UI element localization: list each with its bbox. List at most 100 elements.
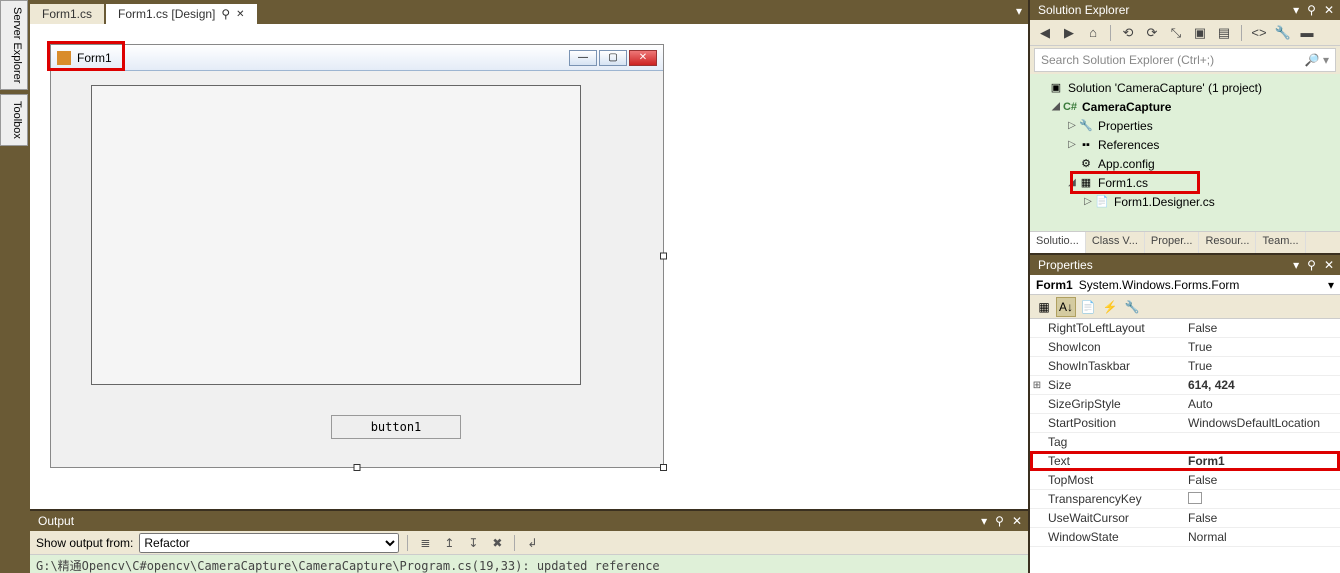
- chevron-down-icon[interactable]: ▾: [1328, 278, 1334, 292]
- output-text[interactable]: G:\精通Opencv\C#opencv\CameraCapture\Camer…: [30, 555, 1028, 573]
- designer-surface[interactable]: Form1 — ▢ ✕ button1: [30, 24, 1028, 509]
- toggle-wrap-icon[interactable]: ↲: [523, 534, 541, 552]
- wrench-icon[interactable]: 🔧: [1274, 24, 1292, 42]
- minimize-button[interactable]: —: [569, 50, 597, 66]
- clear-icon[interactable]: ✖: [488, 534, 506, 552]
- form-title: Form1: [77, 51, 569, 65]
- property-row[interactable]: ShowIconTrue: [1030, 338, 1340, 357]
- sync-icon[interactable]: ⟲: [1119, 24, 1137, 42]
- resize-handle-e[interactable]: [660, 253, 667, 260]
- expander-icon[interactable]: ▷: [1066, 120, 1078, 131]
- property-row[interactable]: UseWaitCursorFalse: [1030, 509, 1340, 528]
- tab-form1-design[interactable]: Form1.cs [Design] ⚲ ✕: [106, 4, 257, 24]
- property-value[interactable]: False: [1184, 473, 1340, 487]
- close-icon[interactable]: ✕: [1012, 514, 1022, 528]
- panel-title: Properties: [1038, 258, 1093, 272]
- pin-icon[interactable]: ⚲: [1307, 258, 1316, 272]
- search-icon[interactable]: 🔎 ▾: [1305, 53, 1329, 67]
- form-canvas[interactable]: Form1 — ▢ ✕ button1: [50, 44, 664, 468]
- view-code-icon[interactable]: <>: [1250, 24, 1268, 42]
- alphabetical-icon[interactable]: A↓: [1056, 297, 1076, 317]
- goto-prev-icon[interactable]: ↥: [440, 534, 458, 552]
- form-titlebar: Form1 — ▢ ✕: [51, 45, 663, 71]
- wrench-icon[interactable]: 🔧: [1122, 297, 1142, 317]
- output-source-select[interactable]: Refactor: [139, 533, 399, 553]
- resize-handle-s[interactable]: [354, 464, 361, 471]
- form1cs-node[interactable]: ◢ ▦ Form1.cs: [1030, 173, 1340, 192]
- property-pages-icon[interactable]: 📄: [1078, 297, 1098, 317]
- expander-icon[interactable]: ▷: [1082, 196, 1094, 207]
- property-value[interactable]: Form1: [1184, 454, 1340, 468]
- node-label: References: [1098, 138, 1159, 152]
- back-icon[interactable]: ◀: [1036, 24, 1054, 42]
- solution-node[interactable]: ▣ Solution 'CameraCapture' (1 project): [1030, 78, 1340, 97]
- server-explorer-tab[interactable]: Server Explorer: [0, 0, 28, 90]
- property-row[interactable]: TopMostFalse: [1030, 471, 1340, 490]
- resize-handle-se[interactable]: [660, 464, 667, 471]
- property-value[interactable]: Normal: [1184, 530, 1340, 544]
- property-value[interactable]: True: [1184, 359, 1340, 373]
- solution-search-input[interactable]: Search Solution Explorer (Ctrl+;) 🔎 ▾: [1034, 48, 1336, 72]
- tab-properties[interactable]: Proper...: [1145, 232, 1200, 253]
- property-row[interactable]: StartPositionWindowsDefaultLocation: [1030, 414, 1340, 433]
- property-value[interactable]: False: [1184, 321, 1340, 335]
- tab-solution[interactable]: Solutio...: [1030, 232, 1086, 253]
- show-output-from-label: Show output from:: [36, 536, 133, 550]
- tabs-overflow-icon[interactable]: ▾: [1016, 4, 1022, 18]
- expander-icon[interactable]: ⊞: [1030, 380, 1044, 391]
- properties-node[interactable]: ▷ 🔧 Properties: [1030, 116, 1340, 135]
- pin-icon[interactable]: ⚲: [221, 7, 230, 21]
- home-icon[interactable]: ⌂: [1084, 24, 1102, 42]
- tab-form1-cs[interactable]: Form1.cs: [30, 4, 104, 24]
- property-value[interactable]: Auto: [1184, 397, 1340, 411]
- property-value[interactable]: WindowsDefaultLocation: [1184, 416, 1340, 430]
- picturebox-panel[interactable]: [91, 85, 581, 385]
- properties-grid[interactable]: RightToLeftLayoutFalseShowIconTrueShowIn…: [1030, 319, 1340, 573]
- property-value[interactable]: 614, 424: [1184, 378, 1340, 392]
- button1[interactable]: button1: [331, 415, 461, 439]
- properties-target-select[interactable]: Form1 System.Windows.Forms.Form ▾: [1030, 275, 1340, 295]
- show-all-icon[interactable]: ▣: [1191, 24, 1209, 42]
- pin-icon[interactable]: ⚲: [1307, 3, 1316, 17]
- property-value[interactable]: True: [1184, 340, 1340, 354]
- property-row[interactable]: WindowStateNormal: [1030, 528, 1340, 547]
- expander-icon[interactable]: ◢: [1050, 101, 1062, 112]
- find-icon[interactable]: ≣: [416, 534, 434, 552]
- project-node[interactable]: ◢ C# CameraCapture: [1030, 97, 1340, 116]
- properties-icon[interactable]: ▤: [1215, 24, 1233, 42]
- appconfig-node[interactable]: ⚙ App.config: [1030, 154, 1340, 173]
- toolbox-tab[interactable]: Toolbox: [0, 94, 28, 146]
- tab-resources[interactable]: Resour...: [1199, 232, 1256, 253]
- property-row[interactable]: TextForm1: [1030, 452, 1340, 471]
- forward-icon[interactable]: ▶: [1060, 24, 1078, 42]
- property-row[interactable]: ShowInTaskbarTrue: [1030, 357, 1340, 376]
- pin-icon[interactable]: ⚲: [995, 514, 1004, 528]
- close-tab-icon[interactable]: ✕: [236, 9, 244, 20]
- property-value[interactable]: [1184, 492, 1340, 507]
- refresh-icon[interactable]: ⟳: [1143, 24, 1161, 42]
- property-row[interactable]: RightToLeftLayoutFalse: [1030, 319, 1340, 338]
- property-value[interactable]: False: [1184, 511, 1340, 525]
- close-icon[interactable]: ✕: [1324, 258, 1334, 272]
- chevron-down-icon[interactable]: ▾: [1293, 3, 1299, 17]
- property-row[interactable]: Tag: [1030, 433, 1340, 452]
- tab-classview[interactable]: Class V...: [1086, 232, 1145, 253]
- events-icon[interactable]: ⚡: [1100, 297, 1120, 317]
- property-row[interactable]: ⊞Size614, 424: [1030, 376, 1340, 395]
- categorized-icon[interactable]: ▦: [1034, 297, 1054, 317]
- close-button[interactable]: ✕: [629, 50, 657, 66]
- expander-icon[interactable]: ◢: [1066, 177, 1078, 188]
- collapse-icon[interactable]: ⤡: [1167, 24, 1185, 42]
- chevron-down-icon[interactable]: ▾: [1293, 258, 1299, 272]
- form1designer-node[interactable]: ▷ 📄 Form1.Designer.cs: [1030, 192, 1340, 211]
- close-icon[interactable]: ✕: [1324, 3, 1334, 17]
- references-node[interactable]: ▷ ▪▪ References: [1030, 135, 1340, 154]
- tab-team[interactable]: Team...: [1256, 232, 1305, 253]
- property-row[interactable]: SizeGripStyleAuto: [1030, 395, 1340, 414]
- maximize-button[interactable]: ▢: [599, 50, 627, 66]
- goto-next-icon[interactable]: ↧: [464, 534, 482, 552]
- chevron-down-icon[interactable]: ▾: [981, 514, 987, 528]
- more-icon[interactable]: ▬: [1298, 24, 1316, 42]
- property-row[interactable]: TransparencyKey: [1030, 490, 1340, 509]
- expander-icon[interactable]: ▷: [1066, 139, 1078, 150]
